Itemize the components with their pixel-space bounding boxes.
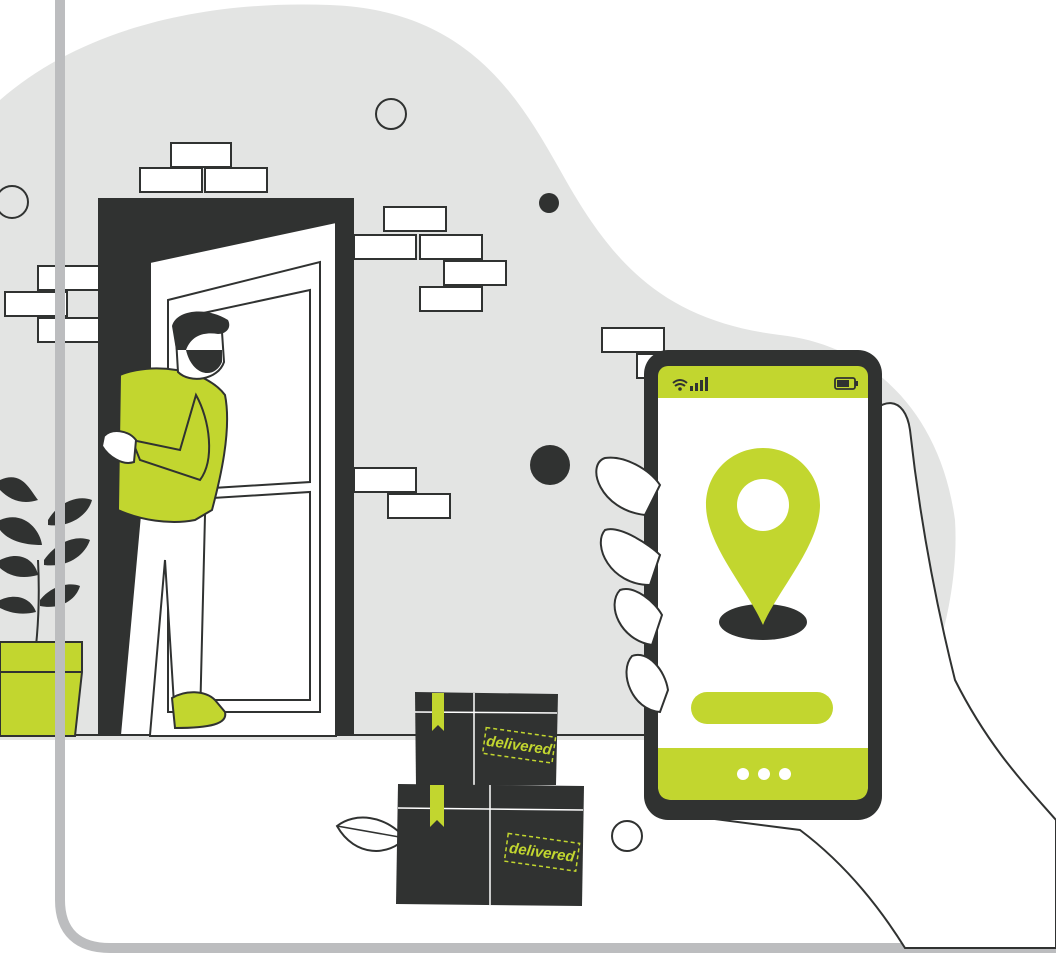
dot-decor — [530, 445, 570, 485]
phone-action-bar — [691, 692, 833, 724]
smartphone — [644, 350, 882, 820]
delivery-packages: delivered delivered — [396, 692, 584, 906]
delivery-illustration: delivered delivered — [0, 0, 1056, 953]
leaf-decor — [335, 816, 407, 852]
dot-decor — [539, 193, 559, 213]
nav-dots — [737, 768, 791, 780]
ring-decor — [611, 820, 643, 852]
